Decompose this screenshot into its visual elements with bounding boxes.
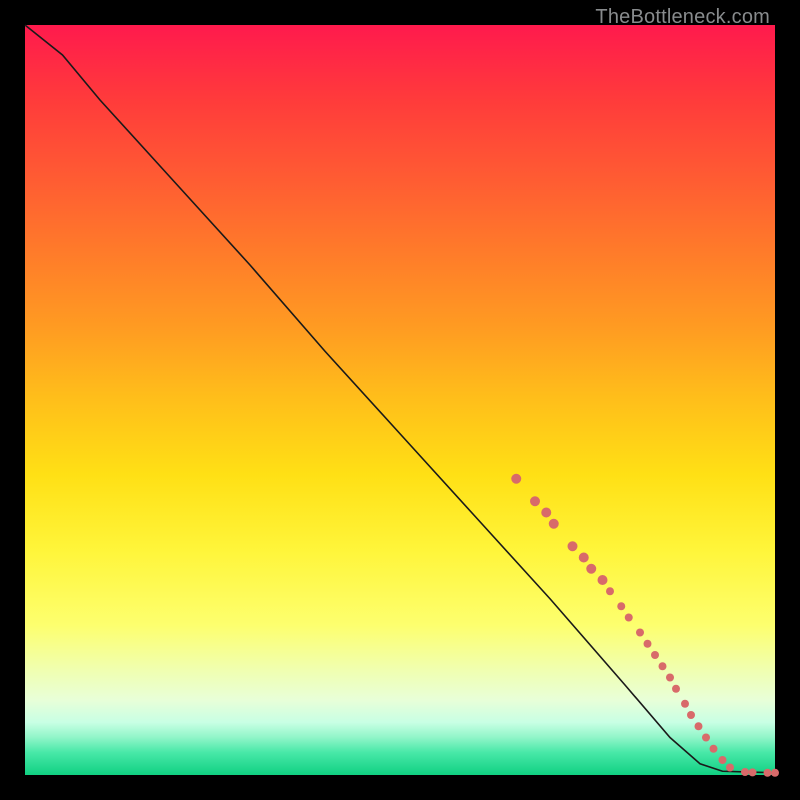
data-marker: [672, 685, 680, 693]
data-marker: [606, 587, 614, 595]
chart-stage: TheBottleneck.com: [0, 0, 800, 800]
data-marker: [530, 496, 540, 506]
data-marker: [687, 711, 695, 719]
chart-overlay: [25, 25, 775, 775]
data-marker: [749, 768, 757, 776]
data-marker: [568, 541, 578, 551]
data-marker: [710, 745, 718, 753]
data-marker: [726, 764, 734, 772]
bottleneck-curve: [25, 25, 775, 773]
data-marker: [579, 553, 589, 563]
marker-layer: [511, 474, 779, 777]
data-marker: [625, 614, 633, 622]
data-marker: [586, 564, 596, 574]
data-marker: [549, 519, 559, 529]
data-marker: [666, 674, 674, 682]
data-marker: [764, 769, 772, 777]
data-marker: [511, 474, 521, 484]
data-marker: [598, 575, 608, 585]
data-marker: [651, 651, 659, 659]
data-marker: [702, 734, 710, 742]
data-marker: [719, 756, 727, 764]
data-marker: [644, 640, 652, 648]
data-marker: [771, 769, 779, 777]
data-marker: [659, 662, 667, 670]
data-marker: [741, 768, 749, 776]
data-marker: [617, 602, 625, 610]
data-marker: [681, 700, 689, 708]
data-marker: [695, 722, 703, 730]
data-marker: [541, 508, 551, 518]
data-marker: [636, 629, 644, 637]
